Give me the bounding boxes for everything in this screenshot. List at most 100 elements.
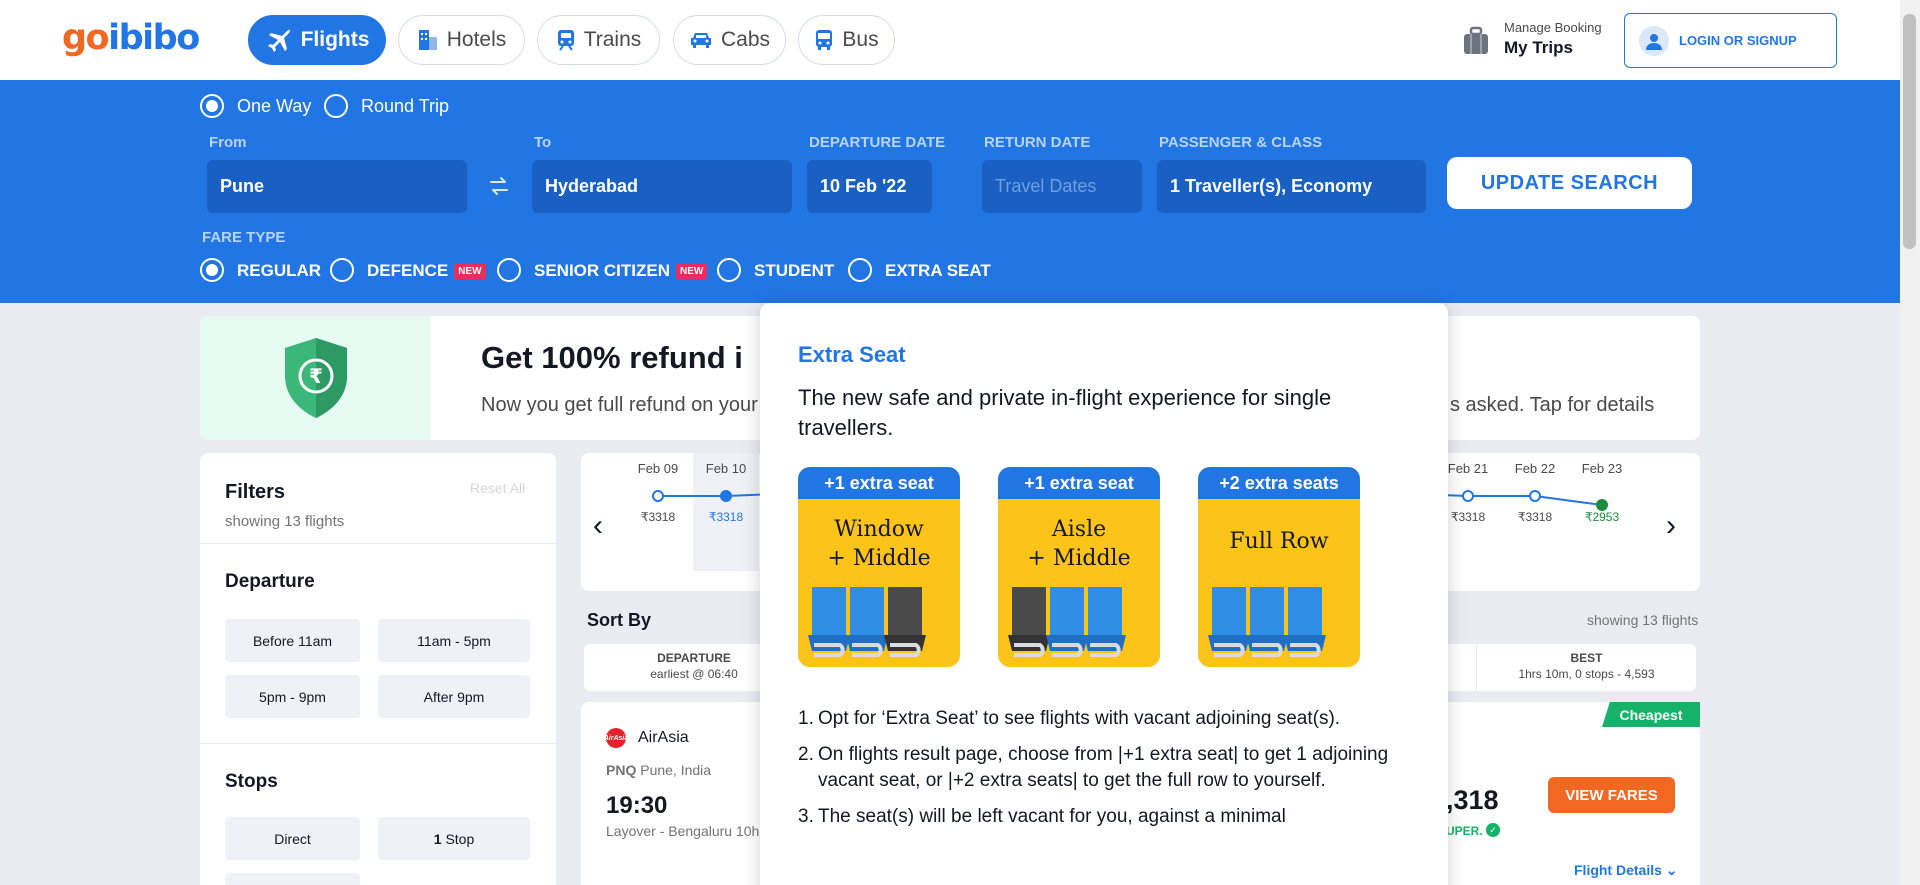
seat-card-window-middle: +1 extra seat Window + Middle — [798, 467, 960, 667]
fare-defence-radio[interactable] — [330, 258, 354, 282]
bus-icon — [816, 30, 833, 50]
view-fares-button[interactable]: VIEW FARES — [1548, 777, 1675, 813]
chevron-right-icon[interactable]: › — [1666, 509, 1676, 543]
popup-subtitle: The new safe and private in-flight exper… — [798, 385, 1332, 440]
fare-extra-seat-label: EXTRA SEAT — [885, 261, 991, 280]
seat-card-line2: + Middle — [1027, 546, 1131, 571]
tab-hotels[interactable]: Hotels — [398, 15, 525, 65]
fare-student-label: STUDENT — [754, 261, 835, 280]
seat-card-line1: Window — [834, 517, 924, 542]
top-header: goibibo Flights Hotels Trains Cabs Bus M… — [0, 0, 1900, 80]
origin: PNQ Pune, India — [606, 762, 711, 778]
banner-subtitle-tail: s asked. Tap for details — [1450, 394, 1655, 416]
to-input[interactable]: Hyderabad — [532, 160, 792, 213]
tab-label: Trains — [583, 28, 642, 51]
extra-seat-steps: 1. Opt for ‘Extra Seat’ to see flights wi… — [798, 706, 1398, 840]
round-trip-label: Round Trip — [361, 96, 450, 116]
origin-city: Pune, India — [640, 762, 712, 778]
step-text: Opt for ‘Extra Seat’ to see flights with… — [818, 708, 1341, 729]
to-label: To — [534, 134, 552, 151]
sort-best[interactable]: BEST 1hrs 10m, 0 stops - 4,593 — [1476, 644, 1696, 691]
seat-card-text: Full Row — [1229, 529, 1329, 554]
seat-card-full-row: +2 extra seats Full Row — [1198, 467, 1360, 667]
stops-direct[interactable]: Direct — [225, 817, 360, 860]
flight-details-label: Flight Details — [1574, 862, 1662, 878]
seats-illustration-icon — [808, 587, 926, 657]
seat-card-badge: +1 extra seat — [998, 467, 1160, 499]
stops-filter-title: Stops — [225, 771, 278, 792]
departure-11am-5pm[interactable]: 11am - 5pm — [378, 619, 530, 662]
sort-best-title: BEST — [1570, 651, 1603, 665]
flight-details-link[interactable]: Flight Details ⌄ — [1574, 862, 1678, 879]
departure-time: 19:30 — [606, 792, 668, 819]
reset-all-link[interactable]: Reset All — [470, 480, 525, 496]
list-item: 2. On flights result page, choose from |+… — [798, 744, 1389, 791]
list-item: 3. The seat(s) will be left vacant for yo… — [798, 806, 1286, 827]
departure-date-input[interactable]: 10 Feb '22 — [807, 160, 932, 213]
update-search-button[interactable]: UPDATE SEARCH — [1447, 157, 1692, 209]
airline-name: AirAsia — [638, 729, 689, 746]
one-way-radio[interactable] — [200, 94, 224, 118]
hotel-icon — [418, 30, 437, 50]
departure-after-9pm[interactable]: After 9pm — [378, 675, 530, 718]
extra-seat-popup: Extra Seat The new safe and private in-f… — [760, 303, 1448, 885]
tab-label: Bus — [842, 28, 879, 51]
fare-extra-seat-radio[interactable] — [848, 258, 872, 282]
my-trips-label: My Trips — [1504, 38, 1573, 57]
step-text: The seat(s) will be left vacant for you,… — [818, 806, 1286, 827]
flight-price: ,318 — [1446, 785, 1499, 815]
round-trip-radio[interactable] — [324, 94, 348, 118]
fare-senior-citizen-radio[interactable] — [497, 258, 521, 282]
stops-one-label: Stop — [445, 830, 475, 847]
sort-by-label: Sort By — [587, 610, 652, 630]
origin-code: PNQ — [606, 762, 637, 778]
passenger-class-input[interactable]: 1 Traveller(s), Economy — [1157, 160, 1426, 213]
banner-title: Get 100% refund i — [481, 340, 743, 375]
login-signup-button[interactable]: LOGIN OR SIGNUP — [1624, 13, 1837, 68]
from-input[interactable]: Pune — [207, 160, 467, 213]
divider — [200, 743, 556, 744]
sort-best-sub: 1hrs 10m, 0 stops - 4,593 — [1518, 667, 1655, 681]
seats-illustration-icon — [1008, 587, 1126, 657]
seat-card-text: Window + Middle — [798, 515, 960, 573]
fare-student-radio[interactable] — [717, 258, 741, 282]
return-date-input[interactable]: Travel Dates — [982, 160, 1142, 213]
filters-title: Filters — [225, 481, 286, 503]
swap-icon[interactable] — [488, 175, 510, 197]
tab-flights[interactable]: Flights — [248, 15, 386, 65]
tab-bus[interactable]: Bus — [798, 15, 895, 65]
seats-illustration-icon — [1208, 587, 1326, 657]
step-text: On flights result page, choose from |+1 … — [818, 744, 1389, 791]
train-icon — [557, 30, 574, 51]
fare-type-label: FARE TYPE — [202, 229, 286, 246]
fare-regular-radio[interactable] — [200, 258, 224, 282]
fare-senior-citizen-label: SENIOR CITIZEN — [534, 261, 671, 280]
tab-label: Cabs — [720, 28, 771, 51]
airasia-logo: AirAsia — [604, 728, 628, 748]
stops-more[interactable] — [225, 873, 360, 885]
filters-panel: Filters Reset All showing 13 flights Dep… — [200, 453, 556, 885]
departure-5pm-9pm[interactable]: 5pm - 9pm — [225, 675, 360, 718]
manage-booking-label: Manage Booking — [1504, 20, 1602, 35]
popup-title: Extra Seat — [798, 342, 906, 367]
departure-before-11am[interactable]: Before 11am — [225, 619, 360, 662]
list-item: 1. Opt for ‘Extra Seat’ to see flights wi… — [798, 708, 1341, 729]
stops-one-number: 1 — [433, 830, 442, 847]
tab-trains[interactable]: Trains — [537, 15, 660, 65]
offer-check-icon: ✓ — [1486, 823, 1500, 837]
one-way-label: One Way — [237, 96, 312, 116]
cheapest-tag: Cheapest — [1602, 702, 1700, 727]
scrollbar-thumb[interactable] — [1903, 14, 1916, 249]
fare-regular-label: REGULAR — [237, 261, 322, 280]
filters-count: showing 13 flights — [225, 513, 345, 530]
departure-date-label: DEPARTURE DATE — [809, 134, 946, 151]
passenger-class-label: PASSENGER & CLASS — [1159, 134, 1323, 151]
tab-cabs[interactable]: Cabs — [673, 15, 786, 65]
goibibo-logo[interactable]: goibibo — [62, 18, 200, 58]
stops-one[interactable]: 1 Stop — [378, 817, 530, 860]
refund-shield-icon: ₹ — [284, 338, 347, 418]
plane-icon — [267, 29, 291, 52]
fare-senior-citizen-option: SENIOR CITIZEN NEW — [534, 261, 708, 281]
departure-filter-title: Departure — [225, 571, 315, 592]
seat-card-badge: +2 extra seats — [1198, 467, 1360, 499]
